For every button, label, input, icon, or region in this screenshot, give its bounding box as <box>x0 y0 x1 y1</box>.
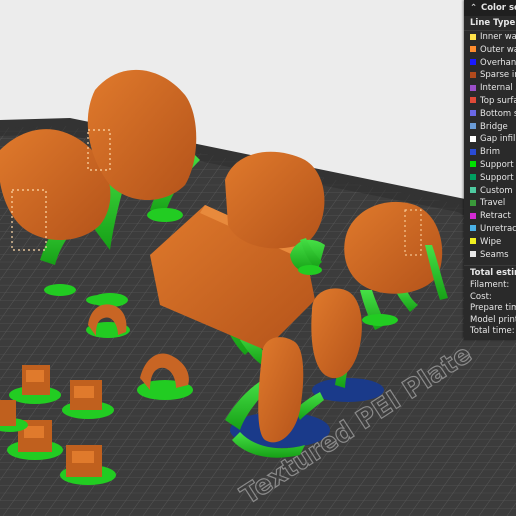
legend-item[interactable]: Bottom su <box>464 108 516 121</box>
color-swatch <box>470 238 476 245</box>
legend-item-label: Inner wall <box>480 32 516 42</box>
legend-item-label: Bottom su <box>480 108 516 119</box>
legend-item[interactable]: Outer wall <box>464 44 516 57</box>
legend-item-label: Brim <box>480 147 500 158</box>
legend-item-label: Support in <box>480 172 516 183</box>
legend-item[interactable]: Bridge <box>464 121 516 134</box>
legend-item[interactable]: Custom <box>464 185 516 198</box>
color-swatch <box>470 161 476 168</box>
legend-item[interactable]: Inner wall <box>464 31 516 44</box>
color-swatch <box>470 225 476 232</box>
color-swatch <box>470 97 476 104</box>
legend-item[interactable]: Unretract <box>464 223 516 236</box>
color-swatch <box>470 33 476 40</box>
legend-title: Color sc <box>480 3 516 13</box>
legend-item-label: Travel <box>480 198 506 209</box>
color-swatch <box>470 148 476 155</box>
legend-item[interactable]: Seams <box>464 249 516 262</box>
color-swatch <box>470 212 476 219</box>
estimate-stat: Total time: <box>470 326 515 337</box>
legend-item[interactable]: Retract <box>464 210 516 223</box>
legend-item[interactable]: Support <box>464 159 516 172</box>
legend-item-label: Gap infill <box>480 134 516 145</box>
legend-item-label: Overhang <box>480 57 516 68</box>
legend-item-label: Retract <box>480 211 511 222</box>
legend-item[interactable]: Support in <box>464 172 516 185</box>
legend-header[interactable]: ⌃ Color sc <box>464 0 516 16</box>
legend-panel: ⌃ Color sc Line Type Inner wall Outer wal… <box>464 0 516 340</box>
legend-item-label: Bridge <box>480 121 508 132</box>
legend-item[interactable]: Travel <box>464 197 516 210</box>
legend-item[interactable]: Overhang <box>464 57 516 70</box>
legend-item-label: Sparse inf <box>480 70 516 81</box>
color-swatch <box>470 123 476 130</box>
legend-item-label: Outer wall <box>480 44 516 55</box>
color-swatch <box>470 71 476 78</box>
color-swatch <box>470 174 476 181</box>
legend-item-label: Custom <box>480 185 513 196</box>
legend-item-label: Wipe <box>480 236 502 247</box>
legend-item[interactable]: Gap infill <box>464 133 516 146</box>
3d-preview-viewport[interactable]: Textured PEI Plate <box>0 0 516 516</box>
legend-item[interactable]: Brim <box>464 146 516 159</box>
legend-item-label: Seams <box>480 249 509 260</box>
color-swatch <box>470 135 476 142</box>
estimate-stat: Filament: <box>470 280 510 291</box>
line-type-heading: Line Type <box>464 16 516 31</box>
legend-item-label: Top surfac <box>480 95 516 106</box>
legend-item[interactable]: Sparse inf <box>464 69 516 82</box>
legend-item-label: Unretract <box>480 223 516 234</box>
estimate-stat: Prepare time <box>470 303 516 314</box>
color-swatch <box>470 110 476 117</box>
color-swatch <box>470 59 476 66</box>
estimate-stat: Model printin <box>470 314 516 325</box>
chevron-up-icon[interactable]: ⌃ <box>470 0 478 16</box>
color-swatch <box>470 84 476 91</box>
estimate-heading: Total estima <box>464 265 516 280</box>
legend-item[interactable]: Internal s <box>464 82 516 95</box>
color-swatch <box>470 46 476 53</box>
estimate-stat: Cost: <box>470 291 492 302</box>
legend-item-label: Support <box>480 159 514 170</box>
color-swatch <box>470 187 476 194</box>
color-swatch <box>470 251 476 258</box>
legend-item-label: Internal s <box>480 83 516 94</box>
color-swatch <box>470 199 476 206</box>
legend-item[interactable]: Top surfac <box>464 95 516 108</box>
legend-item[interactable]: Wipe <box>464 236 516 249</box>
